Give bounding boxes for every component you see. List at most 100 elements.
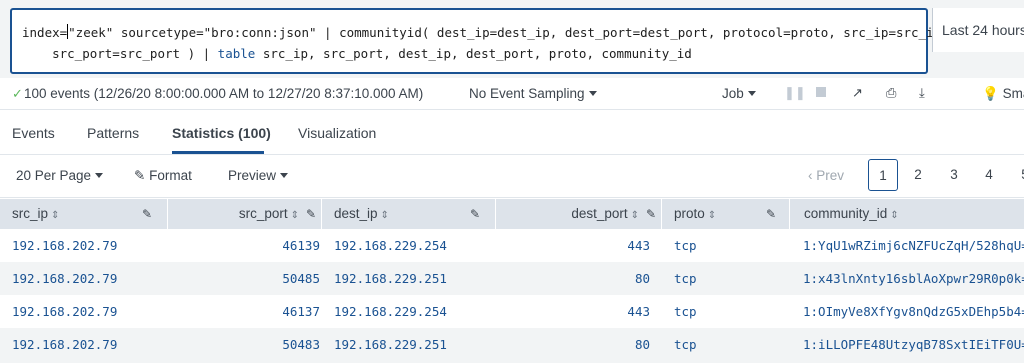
sort-icon[interactable]: ⇕ (890, 210, 898, 221)
sort-icon[interactable]: ⇕ (291, 210, 299, 221)
cell-src-port[interactable]: 50485 (282, 271, 320, 286)
pencil-icon[interactable]: ✎ (766, 199, 776, 229)
column-label: dest_ip (334, 206, 378, 221)
cell-proto[interactable]: tcp (674, 304, 697, 319)
table-row: 192.168.202.79 46139 192.168.229.254 443… (0, 229, 1024, 262)
sort-icon[interactable]: ⇕ (381, 210, 389, 221)
pencil-icon: ✎ (134, 168, 146, 183)
chevron-down-icon (95, 173, 104, 178)
chevron-down-icon (280, 173, 289, 178)
table-row: 192.168.202.79 50483 192.168.229.251 80 … (0, 328, 1024, 363)
format-label: Format (149, 168, 192, 183)
pencil-icon[interactable]: ✎ (646, 199, 656, 229)
page-button-2[interactable]: 2 (903, 159, 933, 191)
column-header-dest-port[interactable]: dest_port ⇕ ✎ (496, 199, 662, 229)
cell-community-id[interactable]: 1:OImyVe8XfYgv8nQdzG5xDEhp5b4= (803, 304, 1024, 319)
cell-proto[interactable]: tcp (674, 271, 697, 286)
chevron-down-icon (588, 91, 597, 96)
column-header-src-ip[interactable]: src_ip ⇕ ✎ (0, 199, 168, 229)
column-label: dest_port (571, 206, 628, 221)
time-range-label: Last 24 hours (942, 22, 1024, 38)
search-area: index="zeek" sourcetype="bro:conn:json" … (0, 0, 1024, 78)
cell-dest-port[interactable]: 80 (635, 271, 650, 286)
tab-statistics[interactable]: Statistics (100) (172, 125, 271, 141)
table-row: 192.168.202.79 50485 192.168.229.251 80 … (0, 262, 1024, 295)
format-button[interactable]: ✎ Format (134, 168, 192, 184)
cell-community-id[interactable]: 1:iLLOPFE48UtzyqB78SxtIEiTF0U= (803, 337, 1024, 352)
cell-dest-port[interactable]: 443 (627, 238, 650, 253)
export-icon[interactable]: ⤓ (919, 85, 925, 101)
pencil-icon[interactable]: ✎ (142, 199, 152, 229)
pencil-icon[interactable]: ✎ (306, 199, 316, 229)
sort-icon[interactable]: ⇕ (51, 210, 59, 221)
cell-src-ip[interactable]: 192.168.202.79 (12, 238, 117, 253)
query-line1-rest: "zeek" sourcetype="bro:conn:json" | comm… (68, 25, 949, 40)
cell-src-ip[interactable]: 192.168.202.79 (12, 337, 117, 352)
cell-dest-ip[interactable]: 192.168.229.251 (334, 337, 447, 352)
cell-src-ip[interactable]: 192.168.202.79 (12, 271, 117, 286)
cell-community-id[interactable]: 1:YqU1wRZimj6cNZFUcZqH/528hqU= (803, 238, 1024, 253)
search-mode-dropdown[interactable]: 💡 Sma (982, 86, 1024, 102)
sort-icon[interactable]: ⇕ (631, 210, 639, 221)
query-line1-prefix: index= (22, 25, 68, 40)
cell-src-port[interactable]: 50483 (282, 337, 320, 352)
cell-dest-port[interactable]: 443 (627, 304, 650, 319)
pencil-icon[interactable]: ✎ (470, 199, 480, 229)
column-header-community-id[interactable]: community_id ⇕ (790, 199, 1024, 229)
print-icon[interactable]: ⎙ (886, 85, 896, 101)
cell-community-id[interactable]: 1:x43lnXnty16sblAoXpwr29R0p0k= (803, 271, 1024, 286)
pause-icon[interactable]: ❚❚ (784, 85, 806, 101)
check-icon: ✓ (12, 86, 23, 101)
query-line2-a: src_port=src_port ) | (22, 46, 218, 61)
cell-dest-port[interactable]: 80 (635, 337, 650, 352)
stop-icon[interactable] (816, 87, 826, 97)
cell-dest-ip[interactable]: 192.168.229.254 (334, 238, 447, 253)
cell-src-port[interactable]: 46137 (282, 304, 320, 319)
cell-src-port[interactable]: 46139 (282, 238, 320, 253)
column-label: src_port (238, 206, 288, 221)
page-button-1[interactable]: 1 (868, 159, 898, 191)
search-mode-label: Sma (1002, 86, 1024, 101)
page-button-3[interactable]: 3 (939, 159, 969, 191)
column-header-proto[interactable]: proto ⇕ ✎ (662, 199, 790, 229)
job-menu-button[interactable]: Job (722, 86, 756, 101)
job-label: Job (722, 86, 744, 101)
prev-page-button[interactable]: ‹ Prev (808, 168, 844, 183)
share-icon[interactable]: ↗ (852, 85, 863, 101)
results-toolbar: 20 Per Page ✎ Format Preview ‹ Prev 1 2 … (0, 156, 1024, 198)
table-row: 192.168.202.79 46137 192.168.229.254 443… (0, 295, 1024, 328)
per-page-label: 20 Per Page (16, 168, 92, 183)
tab-events[interactable]: Events (12, 125, 55, 141)
job-status-bar: ✓ 100 events (12/26/20 8:00:00.000 AM to… (0, 78, 1024, 110)
search-input[interactable]: index="zeek" sourcetype="bro:conn:json" … (10, 8, 949, 74)
per-page-dropdown[interactable]: 20 Per Page (16, 168, 104, 183)
column-label: community_id (804, 206, 888, 221)
cell-proto[interactable]: tcp (674, 337, 697, 352)
results-tabs: Events Patterns Statistics (100) Visuali… (0, 111, 1024, 155)
page-button-4[interactable]: 4 (974, 159, 1004, 191)
query-keyword-table: table (217, 46, 256, 61)
cell-dest-ip[interactable]: 192.168.229.254 (334, 304, 447, 319)
cell-src-ip[interactable]: 192.168.202.79 (12, 304, 117, 319)
time-range-picker[interactable]: Last 24 hours (932, 8, 1024, 52)
preview-dropdown[interactable]: Preview (228, 168, 289, 183)
event-sampling-dropdown[interactable]: No Event Sampling (469, 86, 597, 101)
page-button-5[interactable]: 5 (1010, 159, 1024, 191)
active-tab-indicator (172, 151, 264, 154)
column-header-src-port[interactable]: src_port ⇕ ✎ (168, 199, 322, 229)
preview-label: Preview (228, 168, 277, 183)
event-count-status: 100 events (12/26/20 8:00:00.000 AM to 1… (24, 86, 424, 101)
column-label: src_ip (12, 206, 49, 221)
column-label: proto (674, 206, 705, 221)
tab-patterns[interactable]: Patterns (87, 125, 139, 141)
cell-proto[interactable]: tcp (674, 238, 697, 253)
chevron-down-icon (747, 91, 756, 96)
table-header: src_ip ⇕ ✎ src_port ⇕ ✎ dest_ip ⇕ ✎ dest_po… (0, 199, 1024, 229)
sort-icon[interactable]: ⇕ (708, 210, 716, 221)
search-query-text[interactable]: index="zeek" sourcetype="bro:conn:json" … (22, 22, 949, 64)
query-line2-b: src_ip, src_port, dest_ip, dest_port, pr… (255, 46, 692, 61)
column-header-dest-ip[interactable]: dest_ip ⇕ ✎ (322, 199, 496, 229)
tab-visualization[interactable]: Visualization (298, 125, 376, 141)
sampling-label: No Event Sampling (469, 86, 585, 101)
cell-dest-ip[interactable]: 192.168.229.251 (334, 271, 447, 286)
